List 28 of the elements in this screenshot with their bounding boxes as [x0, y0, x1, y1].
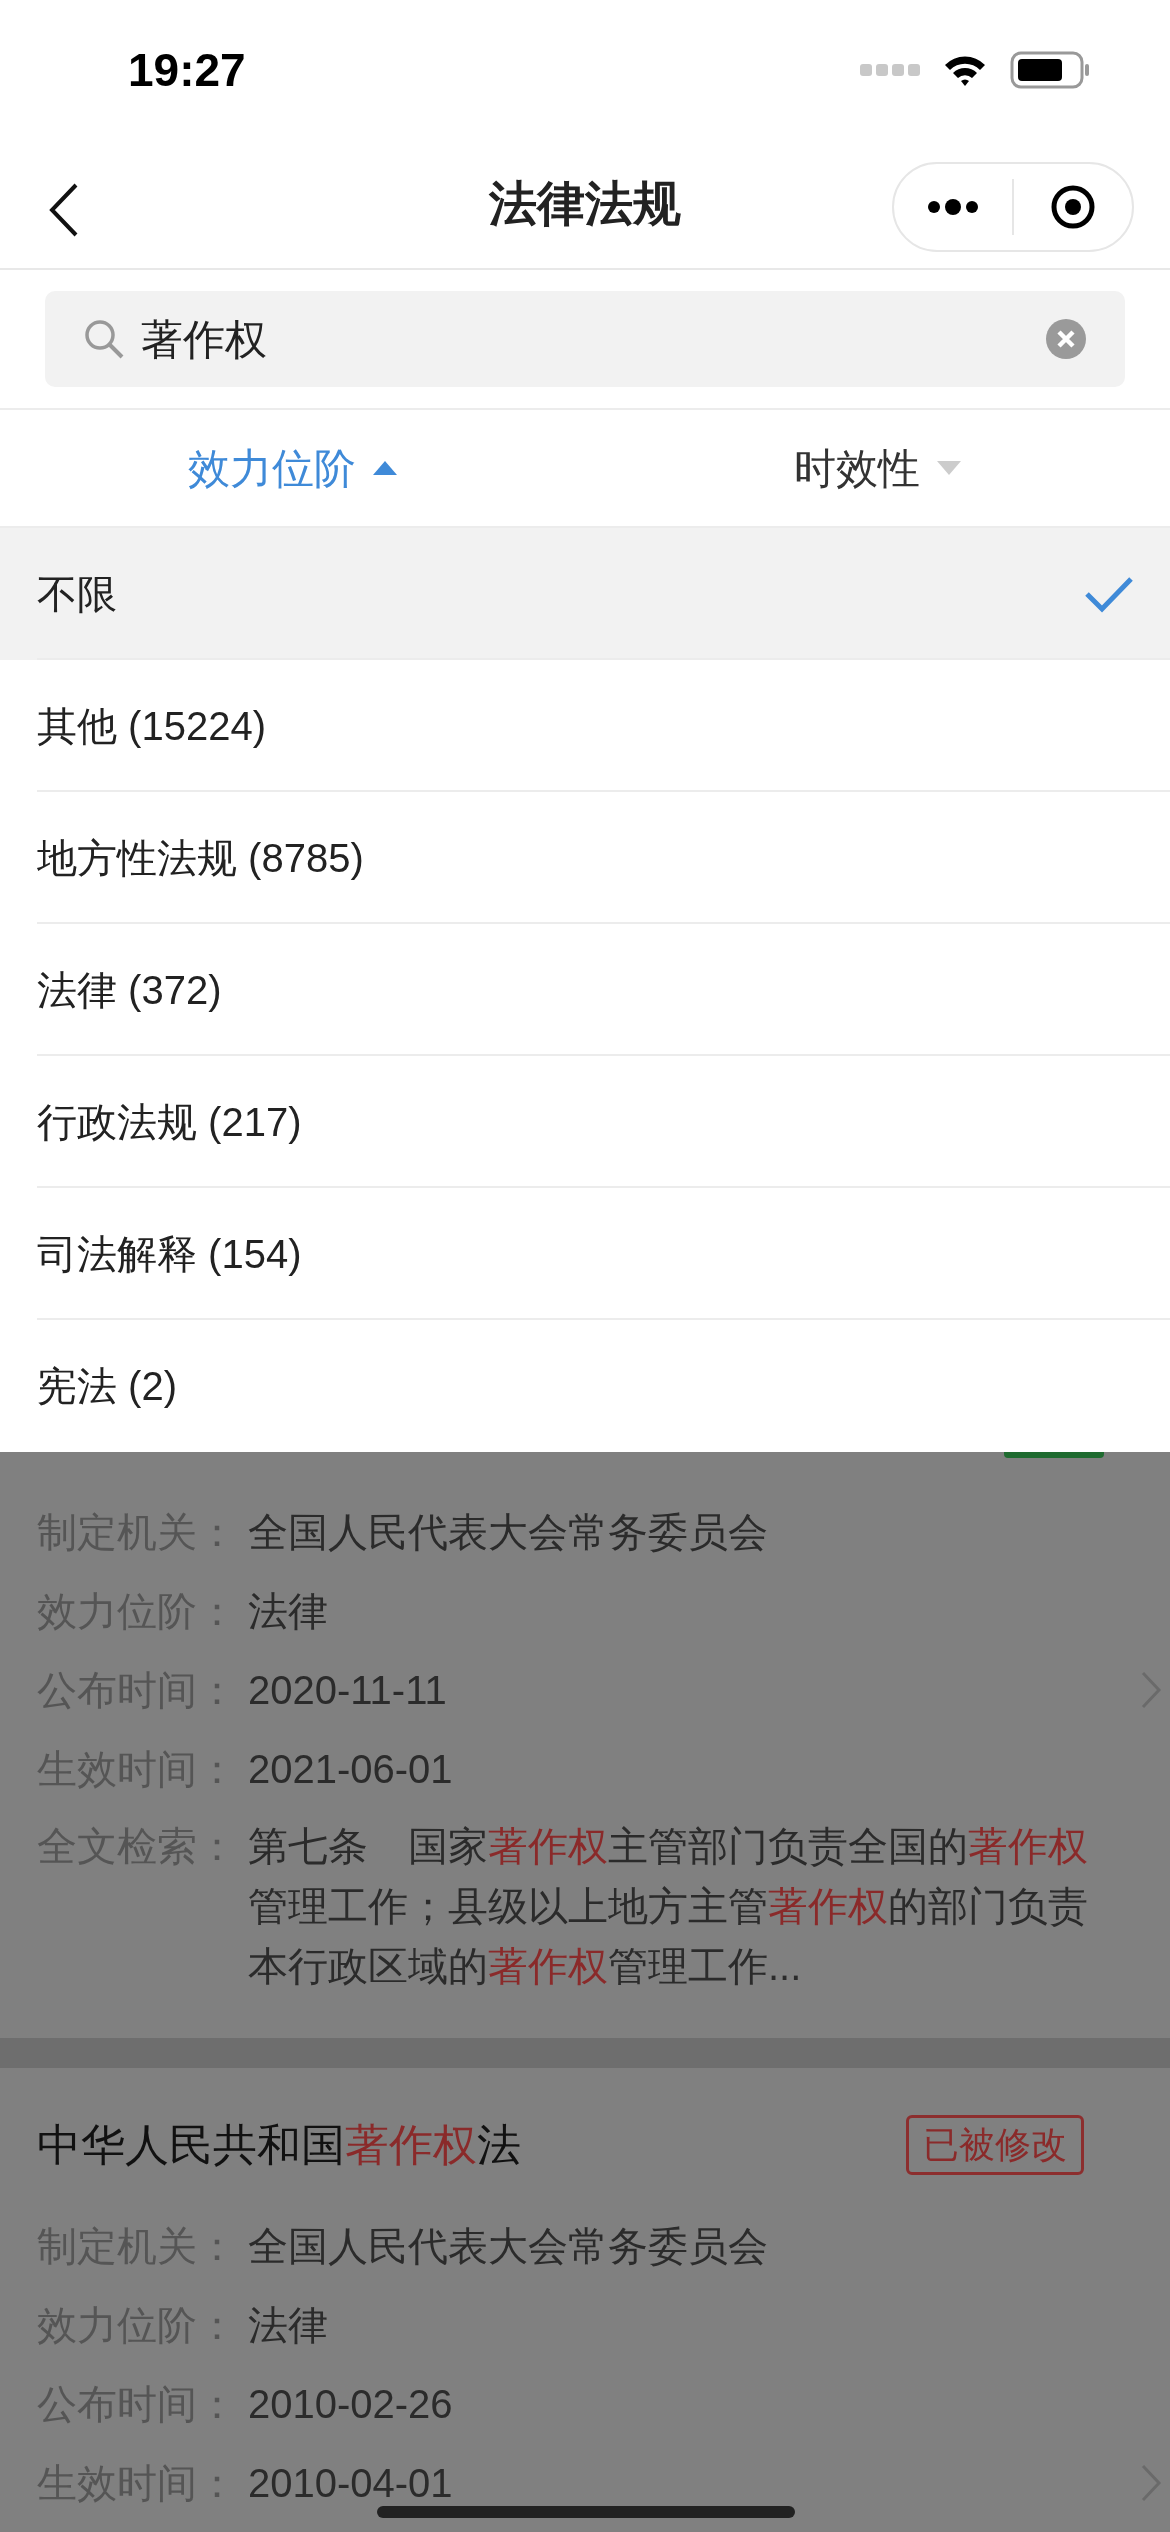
- check-icon: [1084, 575, 1134, 613]
- status-time: 19:27: [128, 42, 246, 98]
- status-tag: 已被修改: [906, 2115, 1084, 2175]
- field-value: 2021-06-01: [248, 1746, 453, 1791]
- back-icon: [48, 182, 80, 238]
- target-icon: [1050, 184, 1096, 230]
- filter-tab[interactable]: 效力位阶: [187, 436, 398, 500]
- field-value: 第七条 国家著作权主管部门负责全国的著作权 管理工作；县级以上地方主管著作权的部门负责本行政区域的著作权管理工作...: [248, 1824, 1088, 1988]
- result-title: 中华人民共和国著作权法: [37, 2120, 521, 2169]
- field-value: 2010-02-26: [248, 2381, 453, 2426]
- signal-icon: [860, 63, 920, 77]
- caret-down-icon: [935, 460, 962, 476]
- field-value: 法律: [248, 1588, 328, 1633]
- clear-icon[interactable]: [1045, 318, 1087, 360]
- option-row[interactable]: 不限: [0, 528, 1170, 660]
- battery-icon: [1010, 51, 1090, 89]
- search-icon: [83, 318, 125, 360]
- field-value: 2010-04-01: [248, 2460, 453, 2505]
- caret-up-icon: [371, 460, 398, 476]
- field-value: 2020-11-11: [248, 1667, 447, 1712]
- field-value: 全国人民代表大会常务委员会: [248, 2223, 768, 2268]
- field-value: 全国人民代表大会常务委员会: [248, 1509, 768, 1554]
- search-field[interactable]: 著作权: [141, 307, 1029, 371]
- search-bar[interactable]: 著作权: [45, 291, 1125, 387]
- more-icon: [927, 199, 979, 215]
- page-title: 法律法规: [489, 176, 681, 232]
- field-value: 法律: [248, 2302, 328, 2347]
- filter-tab[interactable]: 时效性: [793, 436, 962, 500]
